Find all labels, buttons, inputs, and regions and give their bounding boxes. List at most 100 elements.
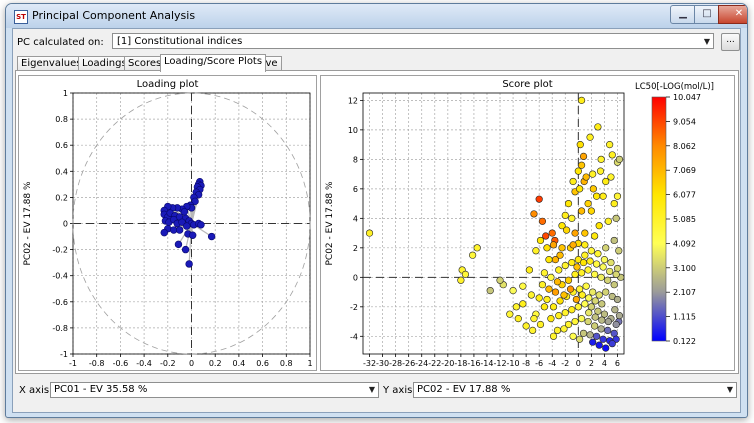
y-tick-label: -0.6: [52, 298, 68, 307]
score-point: [613, 192, 622, 200]
score-point: [599, 192, 607, 200]
score-point: [578, 291, 586, 299]
score-point: [607, 173, 615, 181]
score-point: [519, 300, 527, 308]
loading-plot-chart[interactable]: -1 -0.8 -0.6 -0.4 -0.2 0 0.2 0.4 0.6 0.8 1 -1 -0.8 -0…: [19, 76, 316, 382]
x-tick-label: -32: [363, 359, 376, 368]
x-axis-label: X axis:: [19, 385, 53, 396]
y-tick-label: 0.6: [55, 141, 68, 150]
score-point: [496, 276, 504, 284]
score-point: [553, 278, 562, 286]
chevron-down-icon: ▼: [703, 37, 710, 46]
score-point: [579, 152, 588, 161]
score-point: [584, 317, 592, 326]
score-point: [569, 177, 577, 186]
score-point: [585, 309, 593, 317]
score-point: [591, 322, 599, 330]
score-point: [597, 273, 605, 281]
score-point: [577, 207, 586, 215]
score-point: [540, 303, 548, 311]
score-point: [525, 266, 533, 274]
x-tick-label: -18: [454, 359, 467, 368]
score-point: [568, 214, 576, 222]
score-point: [561, 309, 569, 317]
x-tick-label: 0.8: [280, 359, 293, 368]
score-plot-title: Score plot: [502, 79, 553, 90]
pc-calculated-label: PC calculated on:: [17, 37, 104, 48]
y-tick-label: 6: [353, 185, 358, 194]
minimize-button[interactable]: ▁: [670, 5, 696, 24]
score-point: [543, 295, 551, 304]
score-point: [461, 270, 470, 278]
score-point: [615, 312, 624, 320]
score-plot-panel: Score plot -32 -30 -28 -26 -24 -22 -20 -18 -16 -1…: [320, 75, 735, 382]
y-tick-label: -0.4: [52, 272, 68, 281]
y-tick-label: 8: [353, 155, 358, 164]
score-point: [506, 310, 514, 318]
score-point: [536, 320, 545, 329]
score-point: [592, 192, 601, 200]
score-point: [611, 306, 619, 314]
colorbar-tick-label: 10.047: [673, 93, 701, 102]
x-tick-label: 1: [307, 359, 312, 368]
score-point: [545, 285, 553, 293]
colorbar-tick-label: 8.062: [673, 142, 696, 151]
score-point: [509, 286, 517, 295]
score-point: [587, 247, 595, 255]
y-tick-label: 1: [63, 89, 68, 98]
score-point: [579, 258, 588, 267]
colorbar-tick-label: 1.115: [673, 313, 696, 322]
score-point: [556, 251, 564, 259]
score-point: [604, 276, 612, 284]
score-point: [536, 236, 545, 245]
pc-more-button[interactable]: ...: [721, 33, 740, 51]
score-plot-chart[interactable]: -32 -30 -28 -26 -24 -22 -20 -18 -16 -14 -12 -10 -8 -6…: [321, 76, 734, 382]
x-axis-select[interactable]: PC01 - EV 35.58 % ▼: [50, 382, 379, 398]
pc-calculated-select[interactable]: [1] Constitutional indices ▼: [112, 33, 714, 49]
score-point: [589, 185, 597, 193]
y-tick-label: 0: [63, 220, 68, 229]
score-point: [594, 307, 602, 315]
y-axis-value: PC02 - EV 17.88 %: [417, 384, 511, 395]
score-point: [555, 266, 563, 274]
y-tick-label: 0: [353, 273, 358, 282]
maximize-button[interactable]: □: [694, 5, 720, 24]
chevron-down-icon: ▼: [726, 385, 733, 394]
score-point: [581, 241, 589, 249]
y-axis-select[interactable]: PC02 - EV 17.88 % ▼: [413, 382, 737, 398]
tab-loading-score-plots[interactable]: Loading/Score Plots: [160, 54, 267, 72]
tab-eigenvalues[interactable]: Eigenvalues: [17, 56, 86, 71]
score-point: [613, 295, 622, 304]
x-tick-label: -14: [480, 359, 493, 368]
score-point: [599, 335, 607, 343]
score-point: [365, 229, 374, 237]
close-button[interactable]: ✕: [718, 5, 747, 24]
score-point: [564, 276, 573, 284]
score-point: [530, 315, 538, 323]
title-bar[interactable]: ST Principal Component Analysis ▁ □ ✕: [6, 4, 747, 28]
score-point: [581, 251, 589, 259]
score-point: [608, 151, 616, 159]
score-point: [612, 320, 620, 329]
tab-loadings[interactable]: Loadings: [78, 56, 131, 71]
x-tick-label: 4: [602, 359, 607, 368]
score-point: [598, 316, 606, 324]
score-point: [571, 270, 579, 278]
score-point: [604, 326, 612, 335]
loading-point: [185, 260, 193, 268]
score-point: [572, 295, 580, 304]
loading-point: [180, 208, 189, 216]
x-tick-label: 0.4: [233, 359, 246, 368]
score-point: [586, 331, 594, 339]
score-point: [568, 306, 576, 314]
loading-plot-title: Loading plot: [136, 79, 199, 90]
x-tick-label: -26: [402, 359, 415, 368]
score-point: [553, 326, 562, 335]
score-point: [529, 326, 537, 335]
x-tick-label: -0.8: [89, 359, 105, 368]
score-point: [574, 167, 582, 175]
pc-calculated-value: [1] Constitutional indices: [117, 36, 243, 47]
score-point: [610, 281, 618, 289]
x-tick-label: -4: [548, 359, 556, 368]
score-point: [602, 344, 610, 352]
